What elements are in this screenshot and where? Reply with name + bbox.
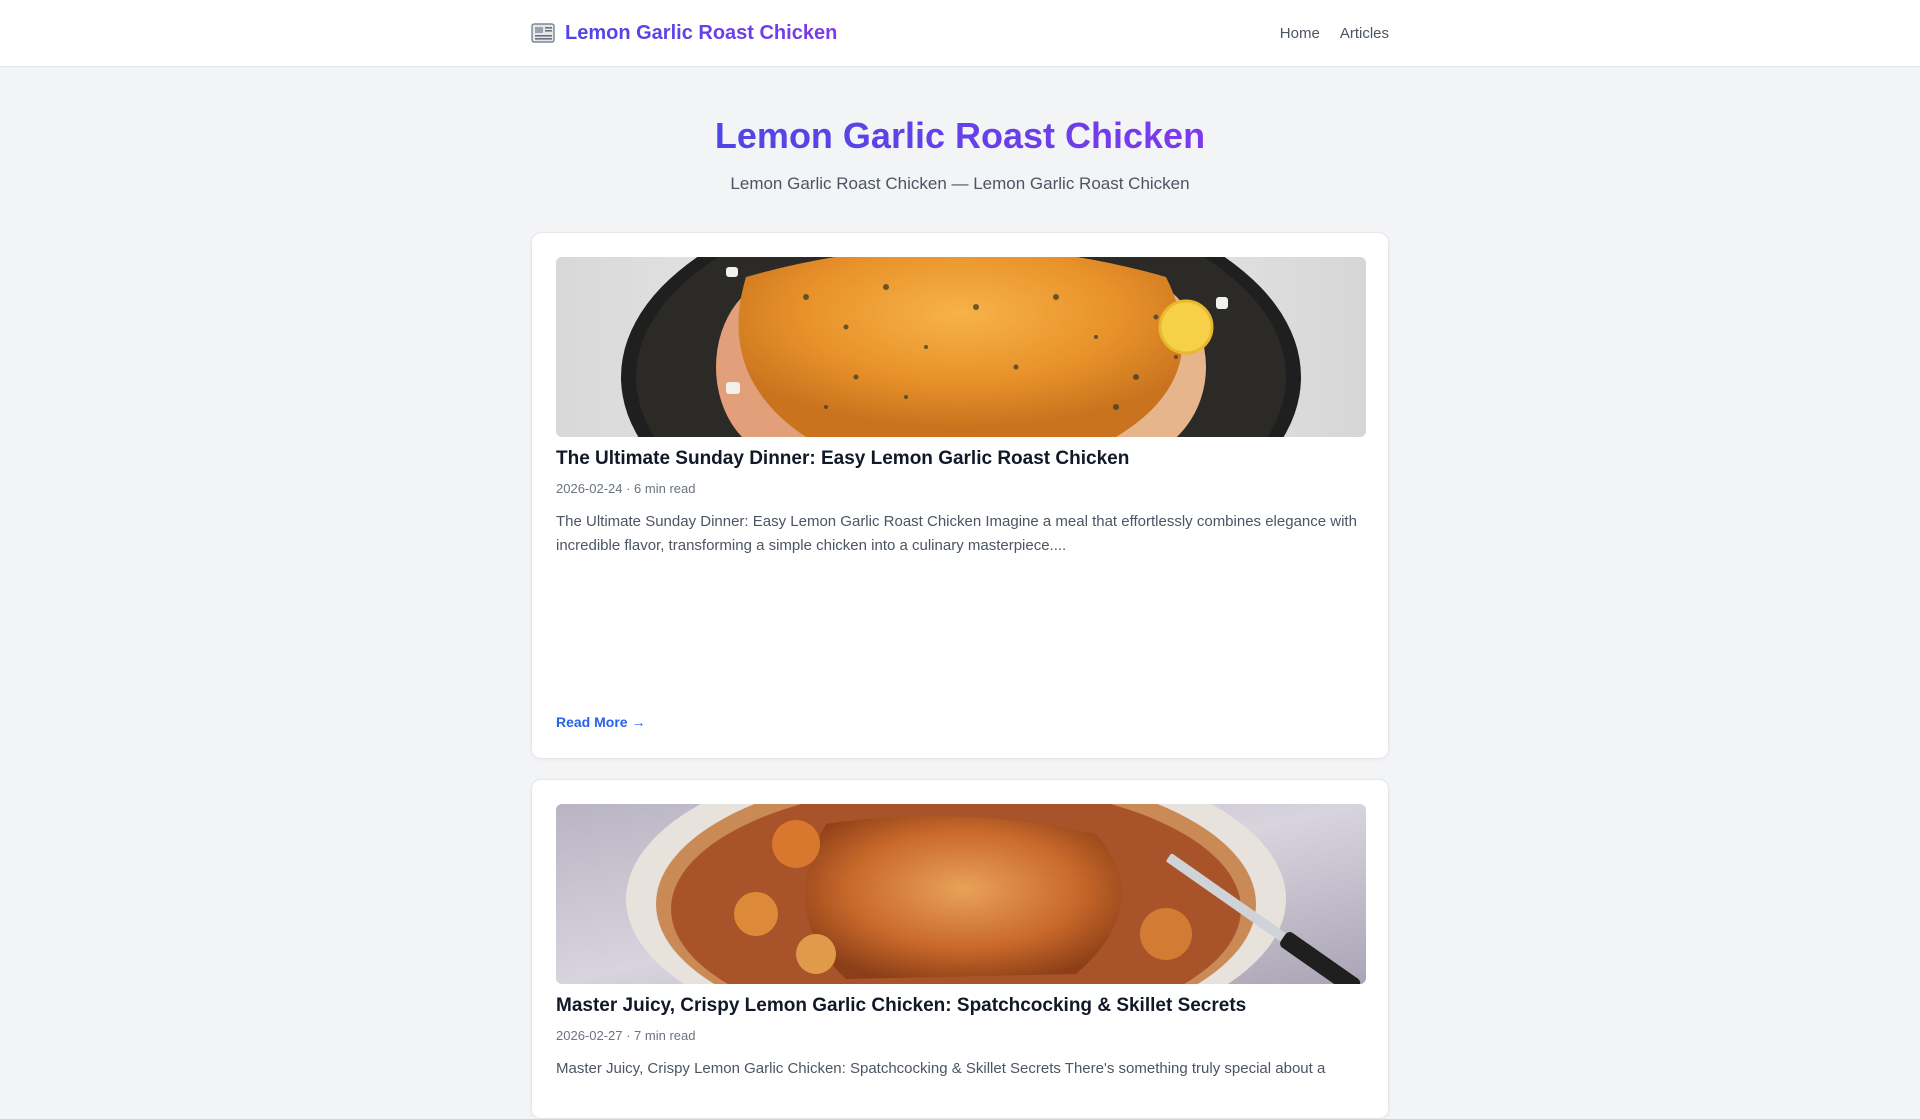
nav-home-link[interactable]: Home [1280, 25, 1320, 42]
brand-title: Lemon Garlic Roast Chicken [565, 21, 838, 44]
article-card: The Ultimate Sunday Dinner: Easy Lemon G… [531, 232, 1389, 759]
hero: Lemon Garlic Roast Chicken Lemon Garlic … [0, 110, 1920, 194]
article-excerpt: Master Juicy, Crispy Lemon Garlic Chicke… [556, 1060, 1326, 1077]
article-meta: 2026-02-24 · 6 min read [556, 481, 696, 496]
brand-link[interactable]: Lemon Garlic Roast Chicken [531, 22, 837, 45]
main-nav: Home Articles [1280, 25, 1389, 42]
article-card: Master Juicy, Crispy Lemon Garlic Chicke… [531, 779, 1389, 1119]
spatchcock-chicken-with-knife-image[interactable] [556, 804, 1366, 984]
header-inner: Lemon Garlic Roast Chicken Home Articles [531, 0, 1389, 66]
site-header: Lemon Garlic Roast Chicken Home Articles [0, 0, 1920, 67]
newspaper-icon [531, 22, 557, 44]
article-title[interactable]: The Ultimate Sunday Dinner: Easy Lemon G… [556, 447, 1364, 471]
article-title[interactable]: Master Juicy, Crispy Lemon Garlic Chicke… [556, 994, 1364, 1018]
article-excerpt: The Ultimate Sunday Dinner: Easy Lemon G… [556, 513, 1357, 554]
nav-articles-link[interactable]: Articles [1340, 25, 1389, 42]
roast-chicken-in-skillet-image[interactable] [556, 257, 1366, 437]
read-more-link[interactable]: Read More → [556, 714, 645, 730]
article-meta: 2026-02-27 · 7 min read [556, 1028, 696, 1043]
page-subtitle: Lemon Garlic Roast Chicken — Lemon Garli… [730, 174, 1190, 193]
page-title: Lemon Garlic Roast Chicken [715, 110, 1205, 162]
